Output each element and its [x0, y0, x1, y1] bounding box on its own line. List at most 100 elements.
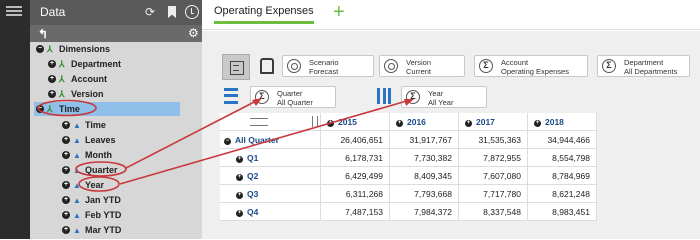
sigma-icon: Σ — [602, 59, 616, 73]
data-cell[interactable]: 31,535,363 — [459, 131, 528, 149]
add-tab-icon[interactable]: + — [333, 2, 345, 22]
data-cell[interactable]: 6,429,499 — [321, 167, 390, 185]
dimension-icon: ⅄ — [47, 43, 53, 54]
tree-item-quarter[interactable]: + ▲ Quarter — [62, 163, 118, 177]
data-cell[interactable]: 6,311,268 — [321, 185, 390, 203]
tree-item-leaves[interactable]: + ▲ Leaves — [62, 133, 116, 147]
data-cell[interactable]: 26,406,651 — [321, 131, 390, 149]
column-header-2015[interactable]: +2015 — [321, 113, 390, 131]
expand-icon[interactable]: + — [62, 151, 70, 159]
column-header-label: 2018 — [545, 117, 564, 127]
data-cell[interactable]: 8,337,548 — [459, 203, 528, 221]
pov-department-tile[interactable]: Σ Department All Departments — [597, 55, 690, 77]
freeze-handle-icon[interactable] — [312, 116, 318, 127]
data-cell[interactable]: 7,793,668 — [390, 185, 459, 203]
expand-icon[interactable]: + — [48, 90, 56, 98]
row-header-q4[interactable]: + Q4 — [220, 203, 321, 221]
expand-icon[interactable]: + — [62, 121, 70, 129]
column-header-label: 2017 — [476, 117, 495, 127]
data-cell[interactable]: 34,944,466 — [528, 131, 597, 149]
data-cell[interactable]: 7,607,080 — [459, 167, 528, 185]
expand-icon[interactable]: + — [48, 60, 56, 68]
data-cell[interactable]: 8,621,248 — [528, 185, 597, 203]
expand-icon[interactable]: + — [465, 120, 472, 127]
hamburger-menu-icon[interactable] — [6, 6, 22, 16]
data-cell[interactable]: 7,872,955 — [459, 149, 528, 167]
row-header-q3[interactable]: + Q3 — [220, 185, 321, 203]
tree-item-label: Mar YTD — [85, 225, 122, 235]
expand-icon[interactable]: + — [236, 210, 243, 217]
tree-item-year[interactable]: + ▲ Year — [62, 178, 104, 192]
row-header-q1[interactable]: + Q1 — [220, 149, 321, 167]
tree-item-label: Feb YTD — [85, 210, 122, 220]
pov-version-tile[interactable]: Version Current — [379, 55, 465, 77]
tree-item-time[interactable]: + ▲ Time — [62, 118, 106, 132]
grid-corner — [220, 113, 321, 131]
data-cell[interactable]: 8,554,798 — [528, 149, 597, 167]
refresh-icon[interactable]: ⟳ — [143, 5, 157, 19]
tree-item-department[interactable]: + ⅄ Department — [48, 57, 121, 71]
tab-operating-expenses[interactable]: Operating Expenses — [214, 5, 314, 24]
expand-icon[interactable]: + — [48, 75, 56, 83]
pov-toolbox-icon[interactable] — [222, 54, 250, 80]
tree-item-month[interactable]: + ▲ Month — [62, 148, 112, 162]
expand-icon[interactable]: + — [62, 136, 70, 144]
pov-account-tile[interactable]: Σ Account Operating Expenses — [474, 55, 588, 77]
bookmark-icon[interactable] — [168, 6, 176, 18]
collapse-icon[interactable]: − — [224, 138, 231, 145]
data-cell[interactable]: 7,730,382 — [390, 149, 459, 167]
dimension-icon: ⅄ — [59, 73, 65, 84]
data-cell[interactable]: 7,984,372 — [390, 203, 459, 221]
rows-axis-icon — [224, 88, 238, 104]
rows-quarter-tile[interactable]: Σ Quarter All Quarter — [250, 86, 336, 108]
data-cell[interactable]: 31,917,767 — [390, 131, 459, 149]
data-cell[interactable]: 7,487,153 — [321, 203, 390, 221]
tree-item-time[interactable]: − ⅄ Time — [34, 102, 180, 116]
collapse-icon[interactable]: − — [36, 45, 44, 53]
data-cell[interactable]: 7,717,780 — [459, 185, 528, 203]
expand-icon[interactable]: + — [236, 156, 243, 163]
clock-icon[interactable] — [185, 5, 199, 19]
sigma-icon: Σ — [479, 59, 493, 73]
expand-icon[interactable]: + — [62, 181, 70, 189]
data-cell[interactable]: 8,983,451 — [528, 203, 597, 221]
dimension-icon: ⅄ — [59, 88, 65, 99]
tree-item-jan-ytd[interactable]: + ▲ Jan YTD — [62, 193, 121, 207]
expand-icon[interactable]: + — [62, 166, 70, 174]
data-cell[interactable]: 6,178,731 — [321, 149, 390, 167]
pov-scenario-tile[interactable]: Scenario Forecast — [282, 55, 374, 77]
expand-icon[interactable]: + — [236, 192, 243, 199]
expand-icon[interactable]: + — [62, 211, 70, 219]
columns-tile-value: All Year — [428, 98, 454, 107]
expand-icon[interactable]: + — [327, 120, 334, 127]
tree-item-label: Month — [85, 150, 112, 160]
data-cell[interactable]: 8,784,969 — [528, 167, 597, 185]
row-header-label: Q1 — [247, 153, 259, 163]
tree-item-label: Leaves — [85, 135, 116, 145]
tree-item-version[interactable]: + ⅄ Version — [48, 87, 104, 101]
tree-item-account[interactable]: + ⅄ Account — [48, 72, 107, 86]
columns-year-tile[interactable]: Σ Year All Year — [401, 86, 487, 108]
tree-item-mar-ytd[interactable]: + ▲ Mar YTD — [62, 223, 121, 237]
lock-icon[interactable] — [260, 58, 274, 74]
data-cell[interactable]: 8,409,345 — [390, 167, 459, 185]
collapse-icon[interactable]: − — [36, 105, 44, 113]
tree-item-dimensions[interactable]: − ⅄ Dimensions — [36, 42, 110, 56]
expand-icon[interactable]: + — [62, 226, 70, 234]
column-header-2016[interactable]: +2016 — [390, 113, 459, 131]
tree-item-label: Department — [71, 59, 122, 69]
expand-icon[interactable]: + — [534, 120, 541, 127]
column-header-2017[interactable]: +2017 — [459, 113, 528, 131]
row-header-label: Q3 — [247, 189, 259, 199]
gear-icon[interactable]: ⚙ — [188, 26, 199, 40]
tree-item-feb-ytd[interactable]: + ▲ Feb YTD — [62, 208, 121, 222]
column-header-2018[interactable]: +2018 — [528, 113, 597, 131]
expand-icon[interactable]: + — [396, 120, 403, 127]
grid-lines-icon — [250, 118, 268, 126]
expand-icon[interactable]: + — [62, 196, 70, 204]
level-icon: ▲ — [73, 195, 81, 205]
expand-icon[interactable]: + — [236, 174, 243, 181]
row-header-all-quarter[interactable]: − All Quarter — [220, 131, 321, 149]
row-header-q2[interactable]: + Q2 — [220, 167, 321, 185]
back-up-icon[interactable]: ↰ — [38, 27, 48, 41]
